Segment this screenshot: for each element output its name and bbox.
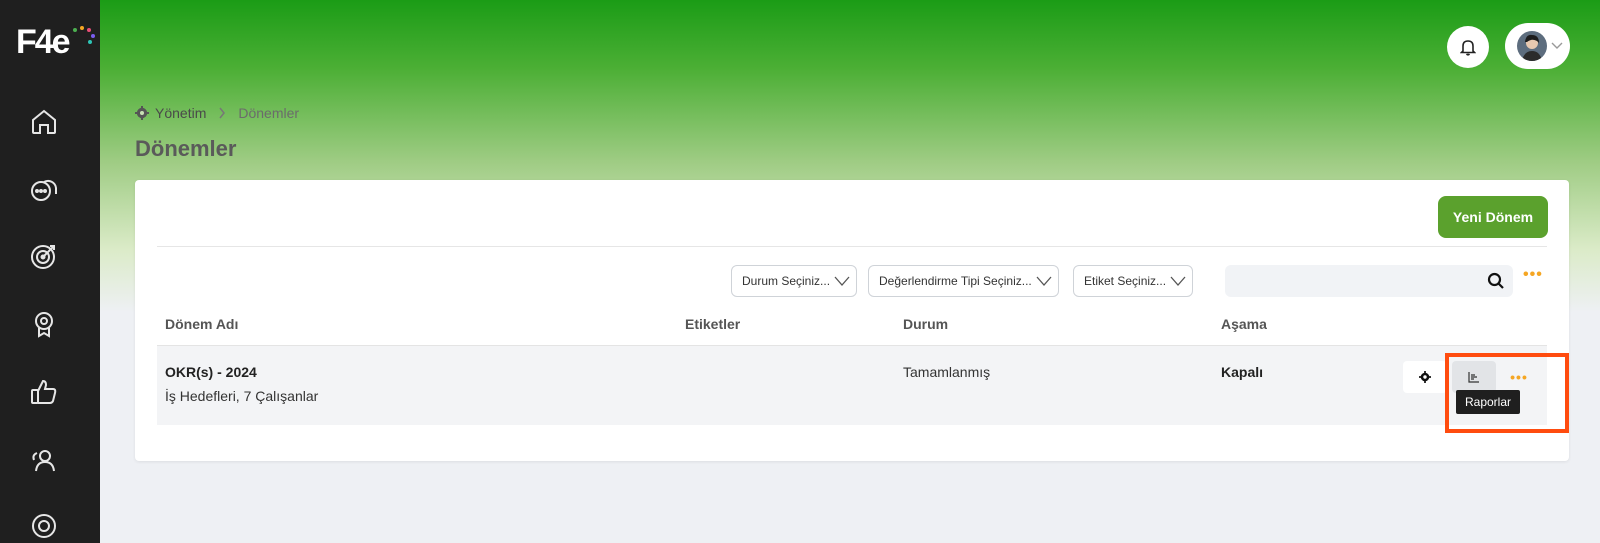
tag-filter-label: Etiket Seçiniz...: [1084, 274, 1167, 288]
sidebar-item-settings[interactable]: [28, 510, 60, 542]
breadcrumb-current: Dönemler: [238, 105, 300, 121]
period-subtitle: İş Hedefleri, 7 Çalışanlar: [165, 388, 319, 404]
search-icon[interactable]: [1487, 272, 1505, 290]
more-options-button[interactable]: •••: [1523, 266, 1543, 284]
chat-bubbles-icon: [31, 179, 57, 201]
column-header-stage: Aşama: [1221, 316, 1267, 332]
avatar-icon: [1517, 31, 1547, 61]
settings-icon: [32, 514, 56, 538]
highlight-box: [1445, 353, 1569, 433]
avatar: [1517, 31, 1547, 61]
column-header-status: Durum: [903, 316, 949, 332]
column-header-tags: Etiketler: [685, 316, 741, 332]
status-filter-label: Durum Seçiniz...: [742, 274, 831, 288]
bell-icon: [1460, 40, 1476, 56]
period-stage: Kapalı: [1221, 364, 1264, 380]
period-status: Tamamlanmış: [903, 364, 991, 380]
sidebar-item-home[interactable]: [28, 106, 60, 138]
target-icon: [31, 245, 55, 269]
sidebar-item-awards[interactable]: [28, 308, 60, 340]
period-settings-button[interactable]: [1403, 361, 1447, 393]
table-row[interactable]: [157, 345, 1547, 425]
period-name[interactable]: OKR(s) - 2024: [165, 364, 257, 380]
new-period-button[interactable]: Yeni Dönem: [1438, 196, 1548, 238]
logo-dots-icon: [73, 26, 95, 44]
breadcrumb: Yönetim Dönemler: [135, 105, 299, 121]
sidebar-item-targets[interactable]: [28, 240, 60, 272]
thumbs-up-icon: [31, 379, 57, 404]
logo[interactable]: F4e: [16, 22, 95, 62]
home-icon: [32, 109, 56, 134]
chevron-down-icon: [1170, 276, 1186, 286]
column-header-name: Dönem Adı: [165, 316, 239, 332]
evaluation-type-filter-select[interactable]: Değerlendirme Tipi Seçiniz...: [868, 265, 1059, 297]
periods-card: Yeni Dönem Durum Seçiniz... Değerlendirm…: [135, 180, 1569, 461]
chevron-down-icon: [1551, 42, 1563, 49]
page-title: Dönemler: [135, 136, 237, 161]
gear-icon: [135, 106, 149, 120]
chevron-down-icon: [1036, 276, 1052, 286]
evaluation-type-filter-label: Değerlendirme Tipi Seçiniz...: [879, 274, 1032, 288]
divider: [157, 246, 1547, 247]
sidebar-item-people[interactable]: [28, 444, 60, 476]
notifications-button[interactable]: [1447, 26, 1489, 68]
sidebar: F4e: [0, 0, 100, 543]
tag-filter-select[interactable]: Etiket Seçiniz...: [1073, 265, 1193, 297]
sidebar-item-chat[interactable]: [28, 174, 60, 206]
status-filter-select[interactable]: Durum Seçiniz...: [731, 265, 857, 297]
sidebar-item-feedback[interactable]: [28, 376, 60, 408]
user-menu-button[interactable]: [1505, 23, 1570, 69]
award-badge-icon: [35, 312, 53, 338]
chevron-down-icon: [834, 276, 850, 286]
breadcrumb-root[interactable]: Yönetim: [155, 105, 206, 121]
search-input[interactable]: [1225, 265, 1513, 297]
user-group-icon: [32, 450, 55, 472]
gear-icon: [1419, 371, 1431, 383]
chevron-right-icon: [219, 107, 226, 119]
